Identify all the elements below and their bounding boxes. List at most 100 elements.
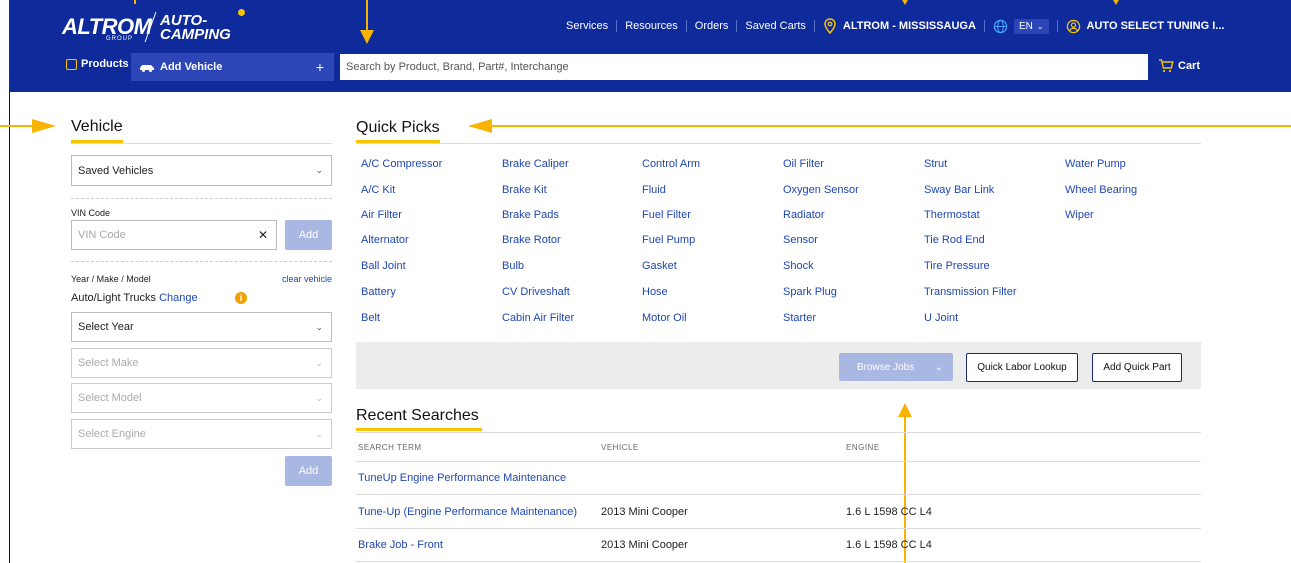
quick-pick-link[interactable]: Fuel Pump <box>642 234 695 246</box>
vehicle-heading: Vehicle <box>71 118 123 135</box>
select-model-label: Select Model <box>78 392 142 404</box>
quick-pick-link[interactable]: Fluid <box>642 184 666 196</box>
add-vehicle-button[interactable]: Add Vehicle + <box>131 53 334 81</box>
search-input[interactable] <box>340 54 1148 80</box>
quick-pick-link[interactable]: Cabin Air Filter <box>502 312 574 324</box>
quick-pick-link[interactable]: Brake Pads <box>502 209 559 221</box>
products-icon <box>66 58 77 70</box>
quick-pick-link[interactable]: Hose <box>642 286 668 298</box>
quick-pick-link[interactable]: Strut <box>924 158 947 170</box>
quick-pick-link[interactable]: U Joint <box>924 312 958 324</box>
divider <box>356 561 1201 562</box>
annotation-arrow <box>134 0 136 4</box>
products-menu-button[interactable]: Products <box>66 58 129 70</box>
language-selector[interactable]: EN ⌄ <box>1013 18 1049 34</box>
cart-icon <box>1159 59 1174 73</box>
select-make[interactable]: Select Make ⌄ <box>71 348 332 378</box>
chevron-down-icon: ⌄ <box>315 428 323 439</box>
add-vehicle-submit-button[interactable]: Add <box>285 456 332 486</box>
nav-separator <box>1056 20 1058 32</box>
quick-pick-link[interactable]: Tire Pressure <box>924 260 990 272</box>
cart-button[interactable]: Cart <box>1158 59 1200 73</box>
quick-pick-link[interactable]: CV Driveshaft <box>502 286 570 298</box>
select-year[interactable]: Select Year ⌄ <box>71 312 332 342</box>
nav-resources[interactable]: Resources <box>625 20 678 32</box>
quick-pick-link[interactable]: Starter <box>783 312 816 324</box>
chevron-down-icon: ⌄ <box>1036 21 1044 31</box>
quick-pick-link[interactable]: Sensor <box>783 234 818 246</box>
altrom-logo-sub: GROUP <box>106 36 134 42</box>
user-icon <box>1066 19 1080 33</box>
autocamping-logo-line2: CAMPING <box>160 26 231 43</box>
quick-pick-link[interactable]: Fuel Filter <box>642 209 691 221</box>
quick-labor-lookup-button[interactable]: Quick Labor Lookup <box>966 353 1078 382</box>
vin-placeholder: VIN Code <box>78 229 126 241</box>
quick-pick-link[interactable]: Transmission Filter <box>924 286 1017 298</box>
change-vehicle-type-link[interactable]: Change <box>159 292 198 304</box>
quick-pick-link[interactable]: A/C Compressor <box>361 158 442 170</box>
chevron-down-icon: ⌄ <box>315 165 323 175</box>
quick-pick-link[interactable]: Gasket <box>642 260 677 272</box>
close-icon[interactable]: ✕ <box>258 228 268 242</box>
row-engine: 1.6 L 1598 CC L4 <box>846 539 932 551</box>
add-vehicle-label: Add Vehicle <box>160 61 223 73</box>
add-quick-part-button[interactable]: Add Quick Part <box>1092 353 1182 382</box>
annotation-arrow <box>0 125 34 127</box>
nav-services[interactable]: Services <box>566 20 608 32</box>
quick-pick-link[interactable]: Sway Bar Link <box>924 184 994 196</box>
clear-vehicle-link[interactable]: clear vehicle <box>282 274 332 284</box>
quick-pick-link[interactable]: Motor Oil <box>642 312 687 324</box>
quick-pick-link[interactable]: Wheel Bearing <box>1065 184 1137 196</box>
divider <box>356 461 1201 462</box>
account-menu[interactable]: AUTO SELECT TUNING I... <box>1066 19 1225 34</box>
autocamping-logo[interactable]: AUTO- CAMPING <box>160 13 231 43</box>
quick-pick-link[interactable]: Bulb <box>502 260 524 272</box>
saved-vehicles-select[interactable]: Saved Vehicles ⌄ <box>71 155 332 186</box>
quick-pick-link[interactable]: Wiper <box>1065 209 1094 221</box>
divider <box>356 432 1201 433</box>
logo-dot-icon <box>238 9 245 16</box>
account-label: AUTO SELECT TUNING I... <box>1086 20 1225 32</box>
products-label: Products <box>81 58 129 70</box>
location-label: ALTROM - MISSISSAUGA <box>842 20 976 32</box>
location-pin-icon <box>824 18 836 34</box>
nav-separator <box>685 20 687 32</box>
quick-picks-heading: Quick Picks <box>356 119 440 136</box>
quick-pick-link[interactable]: Shock <box>783 260 814 272</box>
info-icon[interactable]: i <box>235 292 247 304</box>
globe-icon <box>993 19 1008 33</box>
chevron-down-icon: ⌄ <box>315 357 323 368</box>
row-engine: 1.6 L 1598 CC L4 <box>846 506 932 518</box>
chevron-down-icon: ⌄ <box>315 392 323 403</box>
quick-pick-link[interactable]: Radiator <box>783 209 825 221</box>
search-term-link[interactable]: Tune-Up (Engine Performance Maintenance) <box>358 506 577 518</box>
nav-saved-carts[interactable]: Saved Carts <box>745 20 806 32</box>
quick-pick-link[interactable]: Belt <box>361 312 380 324</box>
location-selector[interactable]: ALTROM - MISSISSAUGA <box>823 18 976 34</box>
search-term-link[interactable]: TuneUp Engine Performance Maintenance <box>358 472 566 484</box>
quick-pick-link[interactable]: Oxygen Sensor <box>783 184 859 196</box>
quick-pick-link[interactable]: Control Arm <box>642 158 700 170</box>
nav-orders[interactable]: Orders <box>695 20 729 32</box>
quick-pick-link[interactable]: Tie Rod End <box>924 234 985 246</box>
select-model[interactable]: Select Model ⌄ <box>71 383 332 413</box>
search-term-link[interactable]: Brake Job - Front <box>358 539 443 551</box>
quick-pick-link[interactable]: Alternator <box>361 234 409 246</box>
quick-pick-link[interactable]: Thermostat <box>924 209 980 221</box>
quick-pick-link[interactable]: A/C Kit <box>361 184 395 196</box>
column-header-vehicle: VEHICLE <box>601 443 639 452</box>
vin-add-button[interactable]: Add <box>285 220 332 250</box>
browse-jobs-button[interactable]: Browse Jobs ⌄ <box>839 353 953 381</box>
quick-pick-link[interactable]: Battery <box>361 286 396 298</box>
quick-pick-link[interactable]: Brake Kit <box>502 184 547 196</box>
quick-pick-link[interactable]: Water Pump <box>1065 158 1126 170</box>
vin-input[interactable]: VIN Code ✕ <box>71 220 277 250</box>
quick-pick-link[interactable]: Ball Joint <box>361 260 406 272</box>
quick-pick-link[interactable]: Brake Rotor <box>502 234 561 246</box>
browse-jobs-label: Browse Jobs <box>857 361 915 373</box>
quick-pick-link[interactable]: Oil Filter <box>783 158 824 170</box>
select-engine[interactable]: Select Engine ⌄ <box>71 419 332 449</box>
quick-pick-link[interactable]: Brake Caliper <box>502 158 569 170</box>
quick-pick-link[interactable]: Air Filter <box>361 209 402 221</box>
quick-pick-link[interactable]: Spark Plug <box>783 286 837 298</box>
